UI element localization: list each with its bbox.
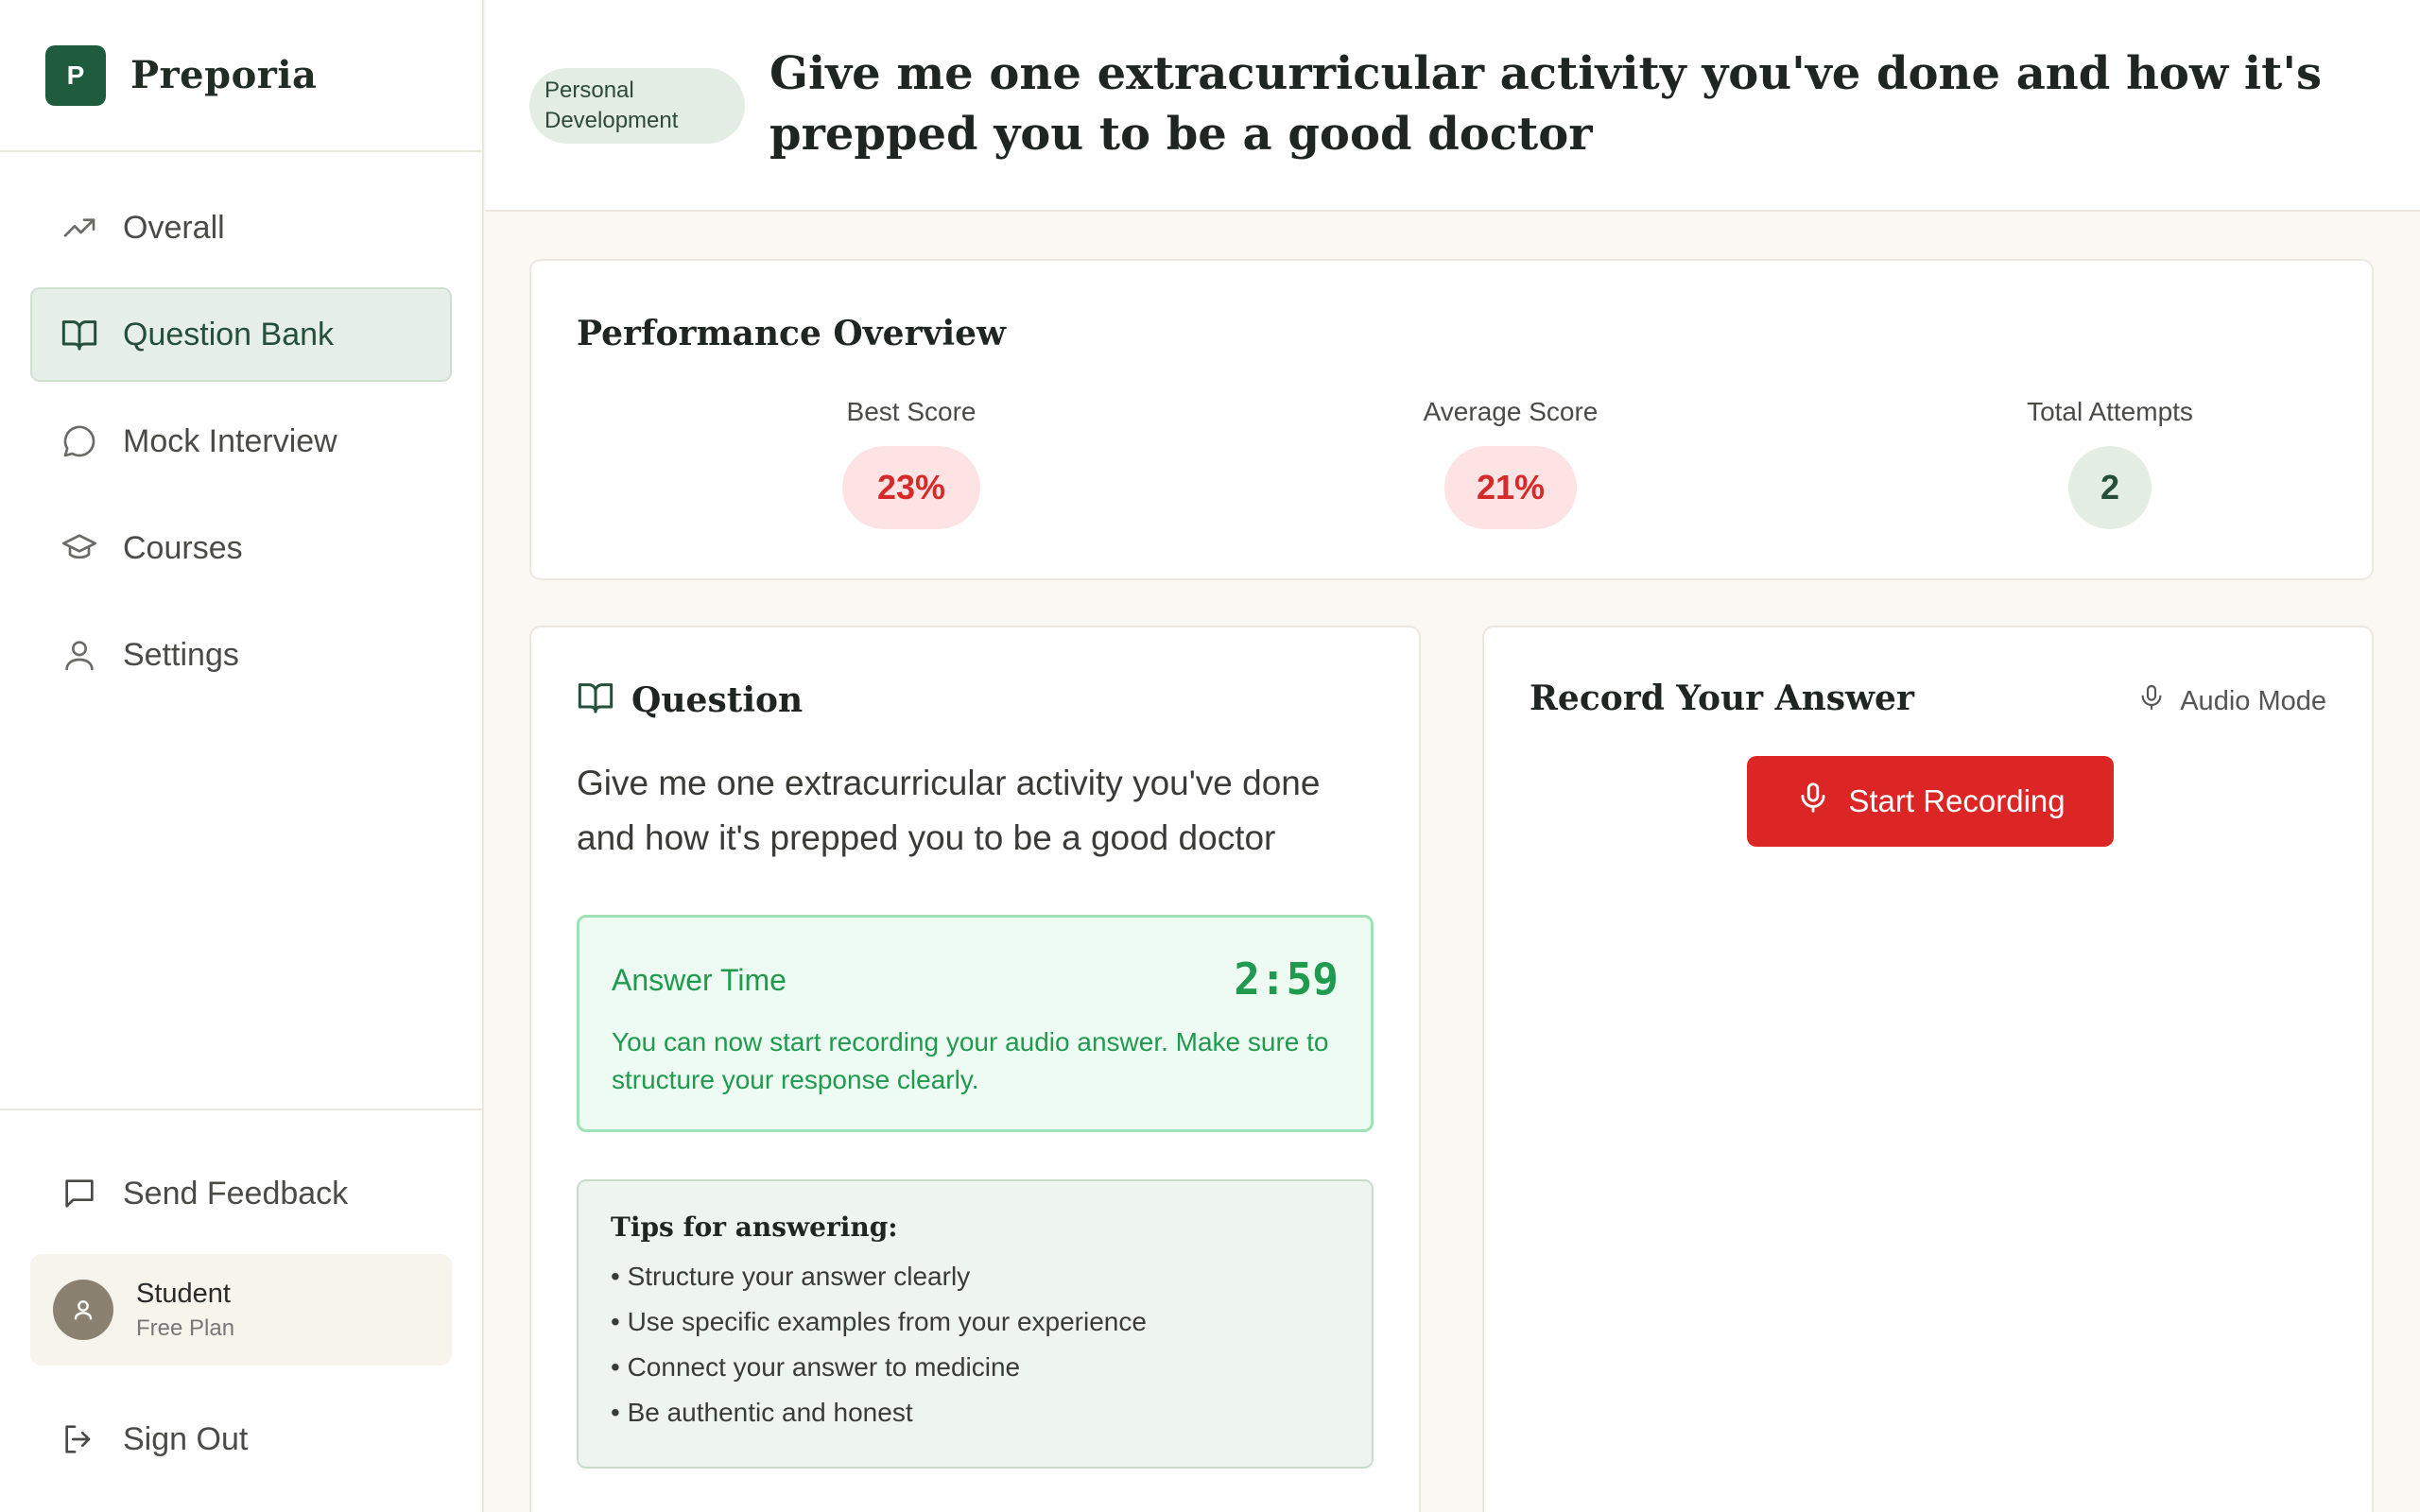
sidebar-nav: Overall Question Bank Mock Interview Cou… (0, 152, 482, 702)
start-recording-label: Start Recording (1848, 783, 2066, 818)
average-score-stat: Average Score 21% (1369, 397, 1652, 529)
audio-mode-label: Audio Mode (2180, 685, 2326, 716)
average-score-label: Average Score (1423, 397, 1599, 426)
brand-logo: P (45, 44, 106, 106)
tips-title: Tips for answering: (611, 1211, 898, 1243)
performance-overview-card: Performance Overview Best Score 23% Aver… (529, 259, 2374, 580)
average-score-badge: 21% (1444, 446, 1577, 529)
avatar (53, 1280, 113, 1340)
tip-item: • Be authentic and honest (611, 1398, 913, 1427)
best-score-stat: Best Score 23% (769, 397, 1053, 529)
microphone-icon (1795, 780, 1831, 823)
record-answer-title: Record Your Answer (1530, 679, 1914, 718)
send-feedback-button[interactable]: Send Feedback (30, 1146, 452, 1241)
user-name: Student (136, 1278, 231, 1309)
microphone-icon (2136, 682, 2167, 720)
sidebar-footer: Send Feedback Student Free Plan Sign Out (0, 1108, 482, 1512)
user-avatar-icon (74, 1300, 93, 1320)
sidebar-item-question-bank[interactable]: Question Bank (30, 287, 452, 382)
question-title: Question (631, 679, 804, 720)
sidebar-item-settings[interactable]: Settings (30, 608, 452, 702)
trending-up-icon (60, 209, 98, 247)
question-text: Give me one extracurricular activity you… (577, 764, 1321, 857)
send-feedback-label: Send Feedback (123, 1175, 349, 1211)
question-header: Question (577, 679, 803, 721)
total-attempts-stat: Total Attempts 2 (1968, 397, 2252, 529)
total-attempts-label: Total Attempts (2027, 397, 2193, 426)
graduation-cap-icon (60, 529, 98, 567)
performance-title: Performance Overview (577, 314, 1007, 353)
user-plan: Free Plan (136, 1314, 235, 1341)
message-circle-icon (60, 422, 98, 460)
best-score-label: Best Score (846, 397, 977, 426)
best-score-badge: 23% (842, 446, 980, 529)
tips-box: Tips for answering: • Structure your ans… (577, 1179, 1374, 1469)
page-title: Give me one extracurricular activity you… (769, 47, 2323, 161)
sidebar-item-label: Courses (123, 529, 243, 566)
tip-item: • Use specific examples from your experi… (611, 1307, 1147, 1336)
answer-time-description: You can now start recording your audio a… (612, 1027, 1329, 1094)
sidebar-item-overall[interactable]: Overall (30, 180, 452, 275)
category-badge: Personal Development (529, 68, 745, 144)
sidebar-item-mock-interview[interactable]: Mock Interview (30, 394, 452, 489)
audio-mode-indicator: Audio Mode (2136, 682, 2326, 720)
sign-out-button[interactable]: Sign Out (30, 1392, 452, 1486)
brand-name: Preporia (130, 53, 318, 97)
book-open-icon (60, 316, 98, 353)
total-attempts-badge: 2 (2068, 446, 2152, 529)
record-answer-card: Record Your Answer Audio Mode Start Reco… (1482, 626, 2374, 1512)
sidebar-item-label: Question Bank (123, 316, 335, 352)
start-recording-button[interactable]: Start Recording (1747, 756, 2114, 847)
user-icon (60, 636, 98, 674)
question-card: Question Give me one extracurricular act… (529, 626, 1421, 1512)
sidebar-item-label: Settings (123, 636, 239, 673)
tip-item: • Structure your answer clearly (611, 1262, 971, 1291)
sign-out-label: Sign Out (123, 1420, 249, 1457)
answer-time-label: Answer Time (612, 963, 786, 997)
answer-time-countdown: 2:59 (1234, 954, 1339, 1005)
user-profile-card[interactable]: Student Free Plan (30, 1254, 452, 1366)
message-square-icon (60, 1175, 98, 1212)
sidebar-item-courses[interactable]: Courses (30, 501, 452, 595)
answer-timer-box: Answer Time 2:59 You can now start recor… (577, 915, 1374, 1132)
tip-item: • Connect your answer to medicine (611, 1352, 1021, 1382)
brand[interactable]: P Preporia (0, 0, 482, 152)
book-open-icon (577, 679, 614, 721)
sidebar: P Preporia Overall Question Bank Mock In… (0, 0, 484, 1512)
log-out-icon (60, 1420, 98, 1458)
sidebar-item-label: Overall (123, 209, 225, 246)
sidebar-item-label: Mock Interview (123, 422, 337, 459)
page-header: Personal Development Give me one extracu… (486, 0, 2420, 212)
